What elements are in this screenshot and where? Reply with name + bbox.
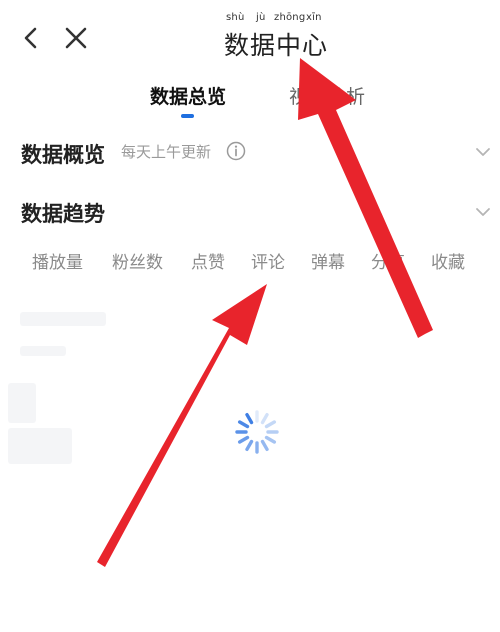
close-icon[interactable] [62,24,90,52]
metric-tab-plays[interactable]: 播放量 [32,248,83,273]
spinner-tick [245,412,254,425]
title-char-1: 数 [224,31,250,60]
title-pinyin-3: zhōng [274,12,306,23]
ghost-placeholder [20,346,66,356]
info-icon[interactable] [226,141,246,161]
trend-section-title: 数据趋势 [21,202,105,226]
title-pinyin-1: shù [226,12,245,23]
metric-tab-likes[interactable]: 点赞 [191,248,225,273]
overview-expand-chevron-down-icon[interactable] [474,146,492,158]
ghost-placeholder [8,383,36,423]
metric-tab-favorites[interactable]: 收藏 [431,248,465,273]
overview-section-title: 数据概览 [21,143,105,167]
tab-video-analysis[interactable]: 视频分析 [289,82,365,109]
title-pinyin-4: xīn [306,12,322,23]
back-chevron-icon[interactable] [18,24,46,52]
metric-tab-shares[interactable]: 分享 [371,248,405,273]
spinner-tick [260,439,269,452]
title-char-4: 心 [302,31,328,60]
spinner-tick [245,439,254,452]
title-pinyin-2: jù [256,12,266,23]
tab-data-overview[interactable]: 数据总览 [150,82,226,109]
metric-tab-followers[interactable]: 粉丝数 [112,248,163,273]
spinner-tick [264,435,277,444]
spinner-tick [237,420,250,429]
loading-spinner-icon [235,410,279,454]
metric-tab-comments[interactable]: 评论 [251,248,285,273]
overview-update-note: 每天上午更新 [121,143,212,161]
title-char-2: 据 [250,31,276,60]
page-title: shù jù zhōng xīn 数 据 中 心 [210,12,330,62]
spinner-tick [260,412,269,425]
ghost-placeholder [20,312,106,326]
trend-expand-chevron-down-icon[interactable] [474,206,492,218]
spinner-tick [237,435,250,444]
title-char-3: 中 [276,31,302,60]
spinner-tick [264,420,277,429]
ghost-placeholder [8,428,72,464]
metric-tab-danmaku[interactable]: 弹幕 [311,248,345,273]
active-tab-indicator [181,114,194,118]
